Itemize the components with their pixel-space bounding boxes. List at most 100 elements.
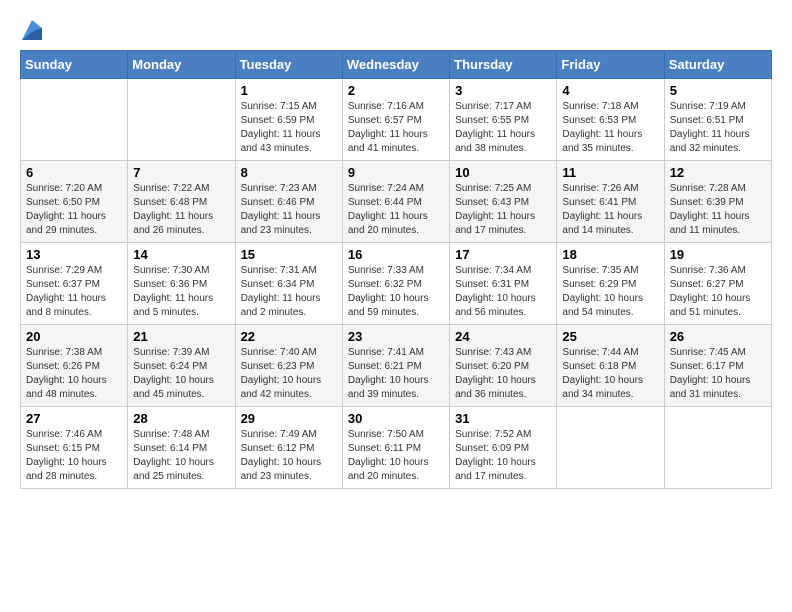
- day-info: Sunrise: 7:22 AM Sunset: 6:48 PM Dayligh…: [133, 182, 229, 238]
- calendar-cell: [664, 407, 771, 489]
- day-number: 7: [133, 165, 229, 180]
- calendar-cell: 29 Sunrise: 7:49 AM Sunset: 6:12 PM Dayli…: [235, 407, 342, 489]
- day-info: Sunrise: 7:50 AM Sunset: 6:11 PM Dayligh…: [348, 428, 444, 484]
- day-info: Sunrise: 7:34 AM Sunset: 6:31 PM Dayligh…: [455, 264, 551, 320]
- calendar-cell: 28 Sunrise: 7:48 AM Sunset: 6:14 PM Dayli…: [128, 407, 235, 489]
- calendar-week-row: 1 Sunrise: 7:15 AM Sunset: 6:59 PM Daylig…: [21, 79, 772, 161]
- day-info: Sunrise: 7:38 AM Sunset: 6:26 PM Dayligh…: [26, 346, 122, 402]
- calendar-cell: 23Sunrise: 7:41 AM Sunset: 6:21 PM Dayli…: [342, 325, 449, 407]
- logo: [20, 20, 42, 40]
- day-info: Sunrise: 7:45 AM Sunset: 6:17 PM Dayligh…: [670, 346, 766, 402]
- day-number: 11: [562, 165, 658, 180]
- day-number: 30: [348, 411, 444, 426]
- weekday-header: Sunday: [21, 51, 128, 79]
- day-info: Sunrise: 7:48 AM Sunset: 6:14 PM Dayligh…: [133, 428, 229, 484]
- day-info: Sunrise: 7:20 AM Sunset: 6:50 PM Dayligh…: [26, 182, 122, 238]
- calendar-week-row: 6 Sunrise: 7:20 AM Sunset: 6:50 PM Daylig…: [21, 161, 772, 243]
- day-info: Sunrise: 7:28 AM Sunset: 6:39 PM Dayligh…: [670, 182, 766, 238]
- calendar-cell: 27Sunrise: 7:46 AM Sunset: 6:15 PM Dayli…: [21, 407, 128, 489]
- day-number: 29: [241, 411, 337, 426]
- day-info: Sunrise: 7:24 AM Sunset: 6:44 PM Dayligh…: [348, 182, 444, 238]
- day-number: 1: [241, 83, 337, 98]
- calendar-cell: 5 Sunrise: 7:19 AM Sunset: 6:51 PM Daylig…: [664, 79, 771, 161]
- day-number: 20: [26, 329, 122, 344]
- day-number: 16: [348, 247, 444, 262]
- day-number: 5: [670, 83, 766, 98]
- calendar-cell: 9 Sunrise: 7:24 AM Sunset: 6:44 PM Daylig…: [342, 161, 449, 243]
- day-number: 10: [455, 165, 551, 180]
- calendar-cell: 16Sunrise: 7:33 AM Sunset: 6:32 PM Dayli…: [342, 243, 449, 325]
- calendar-cell: 19Sunrise: 7:36 AM Sunset: 6:27 PM Dayli…: [664, 243, 771, 325]
- page-header: [20, 20, 772, 40]
- day-info: Sunrise: 7:15 AM Sunset: 6:59 PM Dayligh…: [241, 100, 337, 156]
- day-info: Sunrise: 7:31 AM Sunset: 6:34 PM Dayligh…: [241, 264, 337, 320]
- day-info: Sunrise: 7:35 AM Sunset: 6:29 PM Dayligh…: [562, 264, 658, 320]
- weekday-header: Friday: [557, 51, 664, 79]
- calendar-cell: 13 Sunrise: 7:29 AM Sunset: 6:37 PM Dayli…: [21, 243, 128, 325]
- calendar-cell: 7 Sunrise: 7:22 AM Sunset: 6:48 PM Daylig…: [128, 161, 235, 243]
- day-info: Sunrise: 7:17 AM Sunset: 6:55 PM Dayligh…: [455, 100, 551, 156]
- calendar-cell: 21 Sunrise: 7:39 AM Sunset: 6:24 PM Dayli…: [128, 325, 235, 407]
- day-number: 31: [455, 411, 551, 426]
- calendar-cell: 31Sunrise: 7:52 AM Sunset: 6:09 PM Dayli…: [450, 407, 557, 489]
- calendar-cell: 15 Sunrise: 7:31 AM Sunset: 6:34 PM Dayli…: [235, 243, 342, 325]
- day-number: 4: [562, 83, 658, 98]
- logo-icon: [22, 20, 42, 40]
- day-number: 28: [133, 411, 229, 426]
- day-number: 22: [241, 329, 337, 344]
- weekday-header: Thursday: [450, 51, 557, 79]
- calendar-header-row: SundayMondayTuesdayWednesdayThursdayFrid…: [21, 51, 772, 79]
- day-number: 14: [133, 247, 229, 262]
- day-number: 12: [670, 165, 766, 180]
- day-info: Sunrise: 7:25 AM Sunset: 6:43 PM Dayligh…: [455, 182, 551, 238]
- calendar-table: SundayMondayTuesdayWednesdayThursdayFrid…: [20, 50, 772, 489]
- day-number: 3: [455, 83, 551, 98]
- day-number: 8: [241, 165, 337, 180]
- day-number: 24: [455, 329, 551, 344]
- day-number: 18: [562, 247, 658, 262]
- weekday-header: Saturday: [664, 51, 771, 79]
- calendar-cell: 1 Sunrise: 7:15 AM Sunset: 6:59 PM Daylig…: [235, 79, 342, 161]
- day-number: 6: [26, 165, 122, 180]
- calendar-cell: 26 Sunrise: 7:45 AM Sunset: 6:17 PM Dayli…: [664, 325, 771, 407]
- day-info: Sunrise: 7:18 AM Sunset: 6:53 PM Dayligh…: [562, 100, 658, 156]
- calendar-cell: 6 Sunrise: 7:20 AM Sunset: 6:50 PM Daylig…: [21, 161, 128, 243]
- weekday-header: Monday: [128, 51, 235, 79]
- calendar-cell: 10 Sunrise: 7:25 AM Sunset: 6:43 PM Dayli…: [450, 161, 557, 243]
- calendar-cell: 17Sunrise: 7:34 AM Sunset: 6:31 PM Dayli…: [450, 243, 557, 325]
- calendar-week-row: 13 Sunrise: 7:29 AM Sunset: 6:37 PM Dayli…: [21, 243, 772, 325]
- calendar-cell: [128, 79, 235, 161]
- calendar-cell: 22 Sunrise: 7:40 AM Sunset: 6:23 PM Dayli…: [235, 325, 342, 407]
- day-number: 27: [26, 411, 122, 426]
- day-number: 19: [670, 247, 766, 262]
- day-info: Sunrise: 7:39 AM Sunset: 6:24 PM Dayligh…: [133, 346, 229, 402]
- day-info: Sunrise: 7:30 AM Sunset: 6:36 PM Dayligh…: [133, 264, 229, 320]
- day-number: 13: [26, 247, 122, 262]
- calendar-cell: 25Sunrise: 7:44 AM Sunset: 6:18 PM Dayli…: [557, 325, 664, 407]
- calendar-cell: [557, 407, 664, 489]
- day-info: Sunrise: 7:41 AM Sunset: 6:21 PM Dayligh…: [348, 346, 444, 402]
- calendar-cell: 30 Sunrise: 7:50 AM Sunset: 6:11 PM Dayli…: [342, 407, 449, 489]
- day-info: Sunrise: 7:43 AM Sunset: 6:20 PM Dayligh…: [455, 346, 551, 402]
- day-number: 15: [241, 247, 337, 262]
- calendar-cell: [21, 79, 128, 161]
- day-info: Sunrise: 7:19 AM Sunset: 6:51 PM Dayligh…: [670, 100, 766, 156]
- day-info: Sunrise: 7:40 AM Sunset: 6:23 PM Dayligh…: [241, 346, 337, 402]
- calendar-cell: 2Sunrise: 7:16 AM Sunset: 6:57 PM Daylig…: [342, 79, 449, 161]
- day-number: 25: [562, 329, 658, 344]
- day-number: 9: [348, 165, 444, 180]
- day-info: Sunrise: 7:49 AM Sunset: 6:12 PM Dayligh…: [241, 428, 337, 484]
- calendar-cell: 20 Sunrise: 7:38 AM Sunset: 6:26 PM Dayli…: [21, 325, 128, 407]
- day-number: 26: [670, 329, 766, 344]
- calendar-week-row: 27Sunrise: 7:46 AM Sunset: 6:15 PM Dayli…: [21, 407, 772, 489]
- calendar-cell: 12 Sunrise: 7:28 AM Sunset: 6:39 PM Dayli…: [664, 161, 771, 243]
- day-number: 21: [133, 329, 229, 344]
- day-info: Sunrise: 7:26 AM Sunset: 6:41 PM Dayligh…: [562, 182, 658, 238]
- calendar-week-row: 20 Sunrise: 7:38 AM Sunset: 6:26 PM Dayli…: [21, 325, 772, 407]
- day-info: Sunrise: 7:29 AM Sunset: 6:37 PM Dayligh…: [26, 264, 122, 320]
- calendar-cell: 8Sunrise: 7:23 AM Sunset: 6:46 PM Daylig…: [235, 161, 342, 243]
- calendar-cell: 3 Sunrise: 7:17 AM Sunset: 6:55 PM Daylig…: [450, 79, 557, 161]
- calendar-cell: 11 Sunrise: 7:26 AM Sunset: 6:41 PM Dayli…: [557, 161, 664, 243]
- day-info: Sunrise: 7:16 AM Sunset: 6:57 PM Dayligh…: [348, 100, 444, 156]
- calendar-cell: 14 Sunrise: 7:30 AM Sunset: 6:36 PM Dayli…: [128, 243, 235, 325]
